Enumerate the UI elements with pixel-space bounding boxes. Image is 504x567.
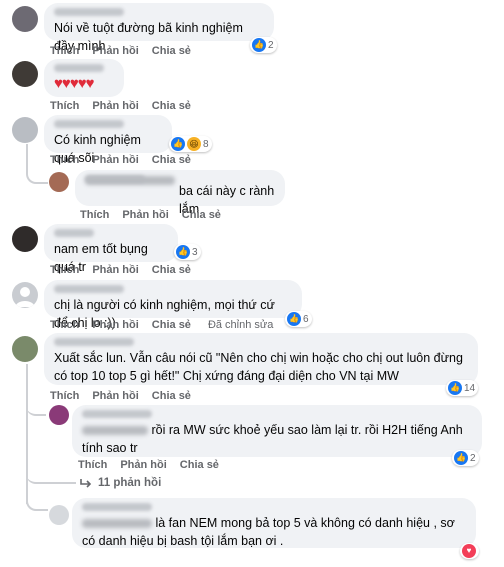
like-button[interactable]: Thích [50, 390, 79, 402]
reaction-count: 8 [203, 138, 209, 150]
avatar[interactable] [12, 61, 38, 87]
reply-button[interactable]: Phản hồi [92, 100, 138, 112]
avatar[interactable] [12, 117, 38, 143]
author-name[interactable] [54, 8, 124, 16]
reply-button[interactable]: Phản hồi [120, 459, 166, 471]
reply-button[interactable]: Phản hồi [92, 264, 138, 276]
author-name[interactable] [54, 64, 104, 72]
author-name[interactable] [82, 503, 152, 511]
reply-actions: Thích Phản hồi Chia sẻ [78, 459, 219, 471]
comment-actions: Thích Phản hồi Chia sẻ [50, 100, 191, 112]
comment-bubble: chị là người có kinh nghiệm, mọi thứ cứ … [44, 280, 302, 330]
like-icon: 👍 [252, 38, 266, 52]
reply-bubble: ba cái này c rành lắm [75, 170, 285, 216]
reply-arrow-icon [80, 479, 92, 488]
reaction-summary[interactable]: 👍 14 [446, 380, 479, 396]
edited-label: Đã chỉnh sửa [207, 319, 274, 331]
reply-button[interactable]: Phản hồi [92, 319, 138, 331]
reply-bubble: là fan NEM mong bả top 5 và không có dan… [72, 498, 476, 548]
share-button[interactable]: Chia sẻ [152, 319, 191, 331]
reaction-count: 2 [268, 39, 274, 51]
reaction-summary[interactable]: 👍 2 [250, 37, 277, 53]
like-button[interactable]: Thích [78, 459, 107, 471]
thread-line [26, 364, 28, 504]
mention-tag[interactable] [82, 426, 148, 436]
author-name[interactable] [54, 285, 124, 293]
comment-bubble: Nói về tuột đường bã kinh nghiệm đầy mìn… [44, 3, 274, 53]
author-name[interactable] [54, 229, 94, 237]
share-button[interactable]: Chia sẻ [182, 209, 221, 221]
avatar[interactable] [12, 336, 38, 362]
haha-icon: 😆 [187, 137, 201, 151]
thread-connector [26, 468, 76, 484]
like-icon: 👍 [454, 451, 468, 465]
view-more-replies-link[interactable]: 11 phản hồi [80, 477, 161, 489]
author-name[interactable] [54, 338, 134, 346]
avatar[interactable] [12, 6, 38, 32]
like-button[interactable]: Thích [50, 45, 79, 57]
thread-connector [26, 400, 46, 416]
reply-bubble: rồi ra MW sức khoẻ yếu sao làm lại tr. r… [72, 405, 482, 457]
mention-tag[interactable] [82, 519, 152, 529]
comment-actions: Thích Phản hồi Chia sẻ Đã chỉnh sửa [50, 319, 273, 331]
reply-button[interactable]: Phản hồi [92, 390, 138, 402]
like-button[interactable]: Thích [50, 100, 79, 112]
comment-text: Xuất sắc lun. Vẫn câu nói cũ "Nên cho ch… [54, 351, 463, 383]
avatar[interactable] [49, 505, 69, 525]
like-icon: 👍 [176, 245, 190, 259]
comment-actions: Thích Phản hồi Chia sẻ [50, 45, 191, 57]
like-button[interactable]: Thích [50, 264, 79, 276]
avatar[interactable] [12, 226, 38, 252]
reaction-count: 2 [470, 452, 476, 464]
avatar[interactable] [12, 282, 38, 308]
reply-button[interactable]: Phản hồi [92, 154, 138, 166]
thread-connector [26, 495, 48, 511]
reply-button[interactable]: Phản hồi [122, 209, 168, 221]
share-button[interactable]: Chia sẻ [152, 100, 191, 112]
reaction-summary[interactable]: 👍 6 [285, 311, 312, 327]
share-button[interactable]: Chia sẻ [180, 459, 219, 471]
reaction-summary[interactable]: ♥ [460, 543, 479, 559]
like-icon: 👍 [448, 381, 462, 395]
reaction-summary[interactable]: 👍 3 [174, 244, 201, 260]
comment-actions: Thích Phản hồi Chia sẻ [50, 154, 191, 166]
author-name[interactable] [54, 120, 124, 128]
reaction-count: 3 [192, 246, 198, 258]
like-icon: 👍 [287, 312, 301, 326]
avatar[interactable] [49, 172, 69, 192]
comment-bubble: nam em tốt bụng quá tr [44, 224, 178, 274]
like-button[interactable]: Thích [80, 209, 109, 221]
share-button[interactable]: Chia sẻ [152, 390, 191, 402]
share-button[interactable]: Chia sẻ [152, 264, 191, 276]
share-button[interactable]: Chia sẻ [152, 154, 191, 166]
share-button[interactable]: Chia sẻ [152, 45, 191, 57]
comment-bubble: Có kinh nghiệm quá sõi [44, 115, 172, 165]
mention-tag[interactable] [85, 176, 175, 185]
default-user-icon [15, 287, 35, 307]
comment-bubble: ♥♥♥♥♥ [44, 59, 124, 97]
like-button[interactable]: Thích [50, 154, 79, 166]
comment-text: ♥♥♥♥♥ [54, 75, 95, 92]
comment-actions: Thích Phản hồi Chia sẻ [50, 264, 191, 276]
reaction-summary[interactable]: 👍 😆 8 [169, 136, 212, 152]
like-button[interactable]: Thích [50, 319, 79, 331]
avatar[interactable] [49, 405, 69, 425]
reply-button[interactable]: Phản hồi [92, 45, 138, 57]
author-name[interactable] [82, 410, 152, 418]
reply-actions: Thích Phản hồi Chia sẻ [80, 209, 221, 221]
reaction-count: 14 [464, 382, 476, 394]
like-icon: 👍 [171, 137, 185, 151]
reaction-count: 6 [303, 313, 309, 325]
love-icon: ♥ [462, 544, 476, 558]
comment-actions: Thích Phản hồi Chia sẻ [50, 390, 191, 402]
comment-bubble: Xuất sắc lun. Vẫn câu nói cũ "Nên cho ch… [44, 333, 478, 385]
reaction-summary[interactable]: 👍 2 [452, 450, 479, 466]
more-replies-count: 11 phản hồi [98, 477, 162, 489]
thread-connector [26, 144, 48, 184]
